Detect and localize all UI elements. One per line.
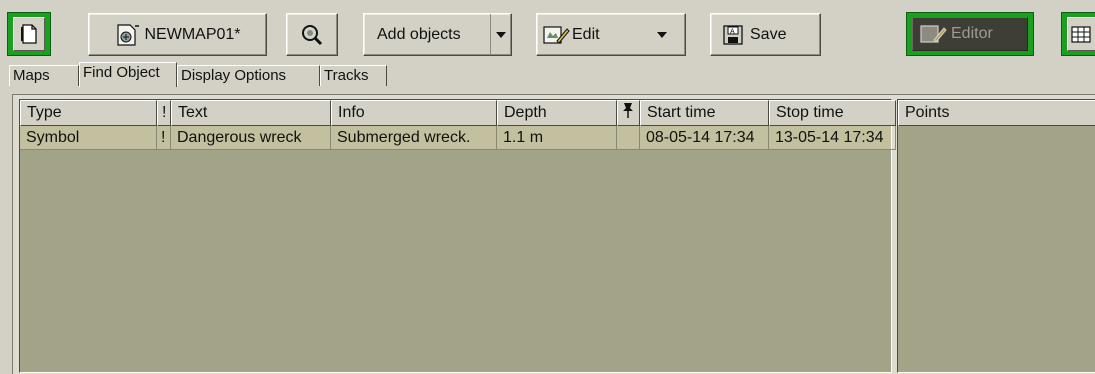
column-header-text[interactable]: Text bbox=[171, 100, 331, 126]
find-object-panel: Type ! Text Info Depth Start time Stop t… bbox=[12, 94, 1095, 374]
map-name-button[interactable]: NEWMAP01* bbox=[88, 13, 267, 56]
svg-text:A: A bbox=[730, 28, 735, 35]
add-objects-button[interactable]: Add objects bbox=[363, 13, 512, 56]
save-label: Save bbox=[750, 25, 787, 43]
add-objects-dropdown[interactable] bbox=[490, 14, 511, 55]
tab-tracks[interactable]: Tracks bbox=[320, 65, 387, 86]
column-header-info[interactable]: Info bbox=[331, 100, 497, 126]
column-header-stop-time[interactable]: Stop time bbox=[769, 100, 896, 126]
find-button[interactable] bbox=[286, 13, 338, 56]
tab-maps[interactable]: Maps bbox=[9, 65, 79, 86]
grid-table-icon bbox=[1071, 26, 1091, 43]
chevron-down-icon bbox=[657, 31, 667, 38]
column-header-type[interactable]: Type bbox=[20, 100, 157, 126]
add-objects-label: Add objects bbox=[377, 25, 461, 43]
tab-find-object[interactable]: Find Object bbox=[79, 62, 177, 87]
edit-label: Edit bbox=[572, 25, 600, 43]
cell-flag: ! bbox=[157, 126, 171, 150]
tab-display-options[interactable]: Display Options bbox=[177, 65, 320, 86]
floppy-disk-icon: A bbox=[723, 24, 743, 45]
editor-label: Editor bbox=[951, 25, 993, 42]
new-map-button[interactable] bbox=[7, 12, 51, 56]
cell-stop-time: 13-05-14 17:34 bbox=[769, 126, 896, 150]
cell-pin bbox=[617, 126, 640, 150]
column-header-depth[interactable]: Depth bbox=[497, 100, 617, 126]
table-view-button[interactable] bbox=[1061, 12, 1095, 56]
magnifier-icon bbox=[302, 24, 323, 45]
edit-pencil-icon bbox=[543, 25, 570, 44]
chevron-down-icon bbox=[496, 31, 506, 38]
cell-type: Symbol bbox=[20, 126, 157, 150]
map-name-label: NEWMAP01* bbox=[144, 25, 241, 43]
column-header-flag[interactable]: ! bbox=[157, 100, 171, 126]
save-button[interactable]: A Save bbox=[710, 13, 821, 56]
editor-button[interactable]: Editor bbox=[906, 12, 1034, 56]
pin-icon bbox=[623, 103, 633, 118]
new-document-icon bbox=[21, 24, 37, 44]
edit-dropdown[interactable] bbox=[639, 14, 685, 55]
editor-icon bbox=[920, 25, 947, 43]
cell-start-time: 08-05-14 17:34 bbox=[640, 126, 769, 150]
cell-depth: 1.1 m bbox=[497, 126, 617, 150]
objects-table: Type ! Text Info Depth Start time Stop t… bbox=[19, 99, 896, 373]
edit-button[interactable]: Edit bbox=[536, 13, 686, 56]
column-header-points[interactable]: Points bbox=[898, 100, 1095, 126]
column-header-pin[interactable] bbox=[617, 100, 640, 126]
column-header-start-time[interactable]: Start time bbox=[640, 100, 769, 126]
map-file-icon bbox=[117, 23, 140, 46]
cell-info: Submerged wreck. bbox=[331, 126, 497, 150]
cell-text: Dangerous wreck bbox=[171, 126, 331, 150]
points-list: Points bbox=[897, 99, 1095, 373]
